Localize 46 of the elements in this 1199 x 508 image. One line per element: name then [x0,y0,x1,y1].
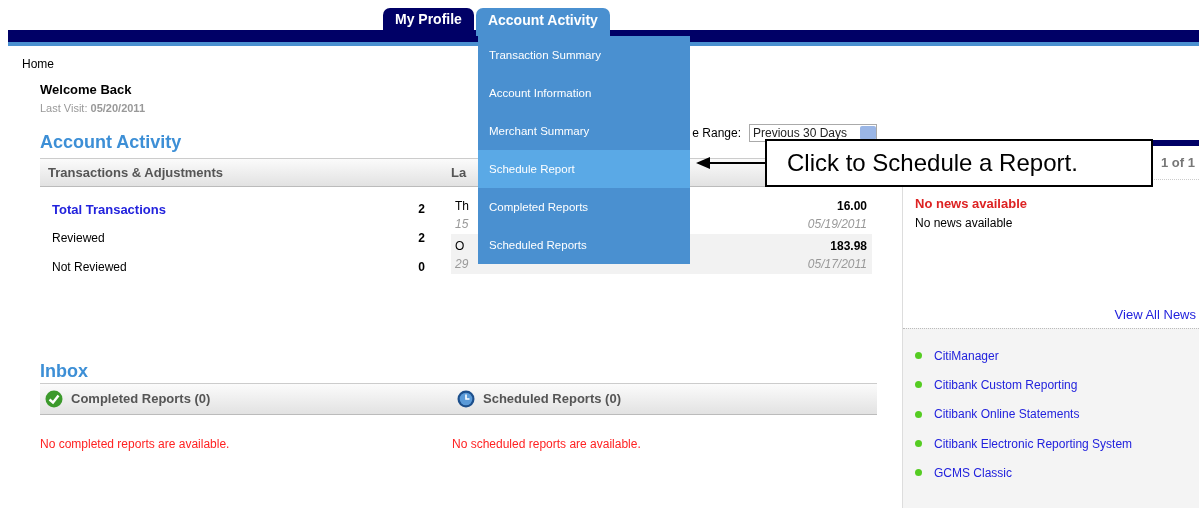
nav-tab[interactable]: My Profile [383,8,474,30]
breadcrumb-link[interactable]: Home [22,57,54,71]
status-dot-icon [915,469,922,477]
status-dot-icon [915,410,922,418]
summary-label: Not Reviewed [52,259,127,276]
transaction-date: 05/19/2011 [807,216,867,233]
pager-text: 1 of 1 [1161,153,1195,172]
quick-link[interactable]: Citibank Online Statements [934,405,1080,424]
clock-icon [457,390,475,408]
quick-link[interactable]: Citibank Custom Reporting [934,375,1078,394]
quick-link[interactable]: CitiManager [934,346,999,365]
transaction-date: 05/17/2011 [807,256,867,273]
date-range-label: e Range: [692,125,741,142]
check-icon [45,390,63,408]
status-dot-icon [915,352,922,360]
last-visit-date: 05/20/2011 [90,101,145,114]
section-heading: Inbox [40,360,89,382]
column-header: La [451,163,467,182]
transaction-amount: 16.00 [835,198,867,215]
status-dot-icon [915,381,922,389]
quick-link[interactable]: GCMS Classic [934,463,1012,482]
empty-message: No completed reports are available. [40,436,231,453]
summary-link[interactable]: Total Transactions [52,200,166,229]
inbox-section-title: Scheduled Reports (0) [483,390,621,409]
view-all-link[interactable]: View All News [1114,306,1196,322]
section-heading: Account Activity [40,131,182,154]
summary-label: Reviewed [52,230,105,247]
transaction-ref: 15 [455,216,469,233]
news-text: No news available [915,214,1014,232]
summary-count: 2 [418,201,425,218]
summary-count: 0 [418,259,425,276]
callout-arrow [696,156,766,170]
news-headline: No news available [915,195,1028,213]
welcome-title: Welcome Back [40,82,132,97]
transaction-name: Th [455,198,469,215]
inbox-section-title: Completed Reports (0) [71,390,211,409]
empty-message: No scheduled reports are available. [452,436,642,453]
transaction-name: O [455,238,466,255]
summary-count: 2 [418,230,425,247]
last-visit-label: Last Visit: [40,101,89,114]
column-header: Transactions & Adjustments [48,163,225,182]
quick-link[interactable]: Citibank Electronic Reporting System [934,434,1133,453]
transaction-ref: 29 [455,256,469,273]
callout-text: Click to Schedule a Report. [765,139,1153,187]
transaction-amount: 183.98 [829,238,867,255]
status-dot-icon [915,440,922,448]
